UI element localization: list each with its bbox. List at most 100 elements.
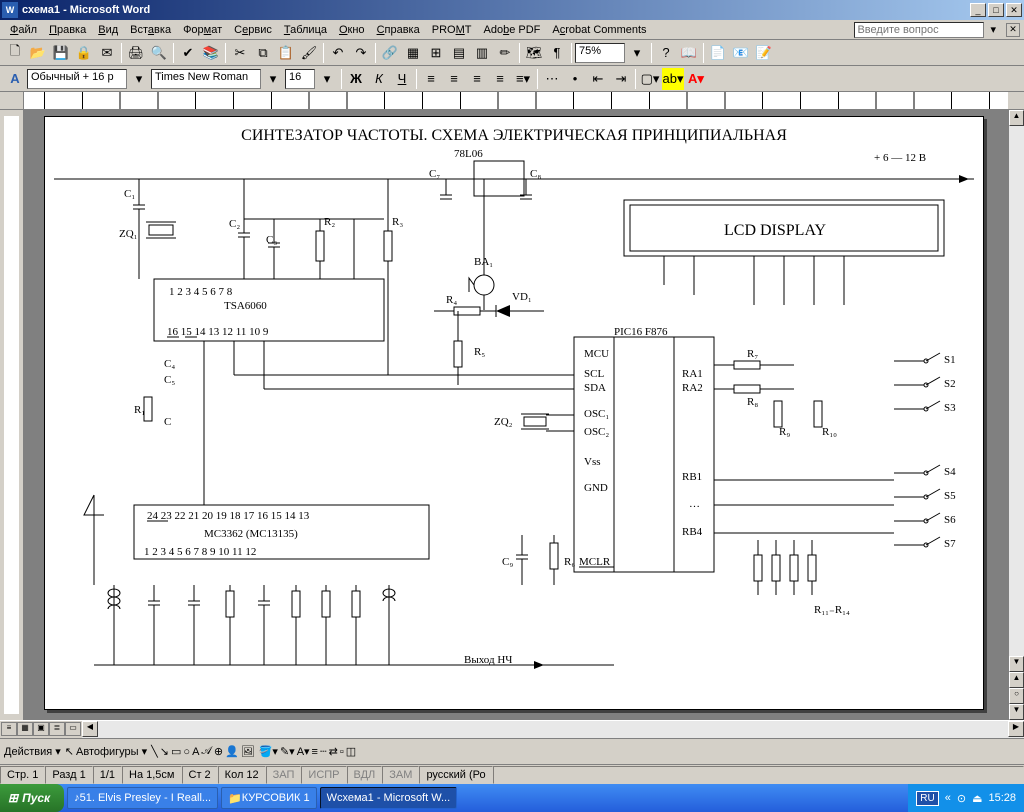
columns-button[interactable]: ▥: [471, 42, 493, 64]
tables-borders-button[interactable]: ▦: [402, 42, 424, 64]
email-button[interactable]: ✉: [96, 42, 118, 64]
doc-close-button[interactable]: ✕: [1006, 23, 1020, 37]
reading-view-button[interactable]: ▭: [65, 722, 81, 736]
copy-button[interactable]: ⧉: [252, 42, 274, 64]
help-button[interactable]: ?: [655, 42, 677, 64]
oval-button[interactable]: ○: [183, 746, 190, 758]
save-button[interactable]: 💾: [50, 42, 72, 64]
styles-pane-button[interactable]: A: [4, 68, 26, 90]
browse-object-button[interactable]: ○: [1009, 688, 1024, 704]
show-formatting-button[interactable]: ¶: [546, 42, 568, 64]
menu-file[interactable]: Файл: [4, 22, 43, 38]
font-color-button[interactable]: A▾: [685, 68, 707, 90]
zoom-combo[interactable]: 75%: [575, 43, 625, 63]
numbering-button[interactable]: ⋯: [541, 68, 563, 90]
vertical-ruler[interactable]: [0, 110, 24, 720]
help-question-input[interactable]: [854, 22, 984, 38]
align-left-button[interactable]: ≡: [420, 68, 442, 90]
taskbar-item-2[interactable]: W схема1 - Microsoft W...: [320, 787, 458, 809]
open-button[interactable]: 📂: [27, 42, 49, 64]
status-ovr[interactable]: ЗАМ: [382, 766, 419, 784]
pdf-review-button[interactable]: 📝: [753, 42, 775, 64]
zoom-dropdown[interactable]: ▾: [626, 42, 648, 64]
bullets-button[interactable]: •: [564, 68, 586, 90]
outline-view-button[interactable]: ≣: [49, 722, 65, 736]
scroll-right-button[interactable]: ▶: [1008, 721, 1024, 737]
style-combo[interactable]: Обычный + 16 р: [27, 69, 127, 89]
shadow-button[interactable]: ▫: [340, 746, 344, 758]
cut-button[interactable]: ✂: [229, 42, 251, 64]
rectangle-button[interactable]: ▭: [171, 745, 181, 758]
tray-shield-icon[interactable]: ⊙: [957, 792, 966, 805]
menu-insert[interactable]: Вставка: [124, 22, 177, 38]
print-button[interactable]: 🖨: [125, 42, 147, 64]
system-tray[interactable]: RU « ⊙ ⏏ 15:28: [908, 784, 1024, 812]
format-painter-button[interactable]: 🖌: [298, 42, 320, 64]
line-color-button[interactable]: ✎▾: [280, 745, 295, 758]
diagram-button[interactable]: ⊕: [214, 745, 223, 758]
fill-color-button[interactable]: 🪣▾: [259, 745, 278, 758]
wordart-button[interactable]: 𝒜: [201, 745, 211, 758]
start-button[interactable]: ⊞Пуск: [0, 784, 64, 812]
hyperlink-button[interactable]: 🔗: [379, 42, 401, 64]
arrow-style-button[interactable]: ⇄: [329, 745, 338, 758]
pdf-convert-button[interactable]: 📄: [707, 42, 729, 64]
borders-button[interactable]: ▢▾: [639, 68, 661, 90]
clipart-button[interactable]: 👤: [225, 745, 239, 758]
font-combo[interactable]: Times New Roman: [151, 69, 261, 89]
line-style-button[interactable]: ≡: [312, 746, 318, 758]
excel-button[interactable]: ▤: [448, 42, 470, 64]
increase-indent-button[interactable]: ⇥: [610, 68, 632, 90]
align-center-button[interactable]: ≡: [443, 68, 465, 90]
menu-tools[interactable]: Сервис: [228, 22, 278, 38]
highlight-button[interactable]: ab▾: [662, 68, 684, 90]
document-viewport[interactable]: СИНТЕЗАТОР ЧАСТОТЫ. СХЕМА ЭЛЕКТРИЧЕСКАЯ …: [24, 110, 1008, 720]
line-button[interactable]: ╲: [151, 745, 158, 758]
drawing-button[interactable]: ✏: [494, 42, 516, 64]
italic-button[interactable]: К: [368, 68, 390, 90]
status-rec[interactable]: ЗАП: [266, 766, 302, 784]
permission-button[interactable]: 🔒: [73, 42, 95, 64]
textbox-button[interactable]: A: [192, 746, 199, 758]
font-color-draw-button[interactable]: A▾: [297, 745, 310, 758]
preview-button[interactable]: 🔍: [148, 42, 170, 64]
prev-page-button[interactable]: ▲: [1009, 672, 1024, 688]
paste-button[interactable]: 📋: [275, 42, 297, 64]
minimize-button[interactable]: _: [970, 3, 986, 17]
menu-table[interactable]: Таблица: [278, 22, 333, 38]
menu-help[interactable]: Справка: [371, 22, 426, 38]
menu-view[interactable]: Вид: [92, 22, 124, 38]
new-doc-button[interactable]: 🗋: [4, 42, 26, 64]
insert-table-button[interactable]: ⊞: [425, 42, 447, 64]
taskbar-item-1[interactable]: 📁 КУРСОВИК 1: [221, 787, 317, 809]
picture-button[interactable]: 🖼: [241, 745, 255, 758]
horizontal-scrollbar[interactable]: ◀ ▶: [82, 721, 1024, 738]
align-right-button[interactable]: ≡: [466, 68, 488, 90]
menu-edit[interactable]: Правка: [43, 22, 92, 38]
menu-window[interactable]: Окно: [333, 22, 371, 38]
status-ext[interactable]: ВДЛ: [347, 766, 383, 784]
docmap-button[interactable]: 🗺: [523, 42, 545, 64]
scroll-left-button[interactable]: ◀: [82, 721, 98, 737]
size-dropdown[interactable]: ▾: [316, 68, 338, 90]
next-page-button[interactable]: ▼: [1009, 704, 1024, 720]
spellcheck-button[interactable]: ✔: [177, 42, 199, 64]
justify-button[interactable]: ≡: [489, 68, 511, 90]
line-spacing-button[interactable]: ≡▾: [512, 68, 534, 90]
select-objects-button[interactable]: ↖: [65, 745, 74, 758]
font-dropdown[interactable]: ▾: [262, 68, 284, 90]
close-button[interactable]: ✕: [1006, 3, 1022, 17]
vertical-scrollbar[interactable]: ▲ ▼ ▲ ○ ▼: [1008, 110, 1024, 720]
research-button[interactable]: 📚: [200, 42, 222, 64]
question-dropdown[interactable]: ▾: [984, 21, 1002, 38]
3d-button[interactable]: ◫: [346, 745, 356, 758]
menu-adobe-pdf[interactable]: Adobe PDF: [477, 22, 546, 38]
tray-safely-remove-icon[interactable]: ⏏: [972, 792, 982, 805]
tray-clock[interactable]: 15:28: [988, 792, 1016, 804]
menu-promt[interactable]: PROMT: [426, 22, 478, 38]
status-lang[interactable]: русский (Ро: [419, 766, 492, 784]
scroll-down-button[interactable]: ▼: [1009, 656, 1024, 672]
web-view-button[interactable]: ▦: [17, 722, 33, 736]
undo-button[interactable]: ↶: [327, 42, 349, 64]
actions-menu[interactable]: Действия ▾: [4, 745, 61, 758]
